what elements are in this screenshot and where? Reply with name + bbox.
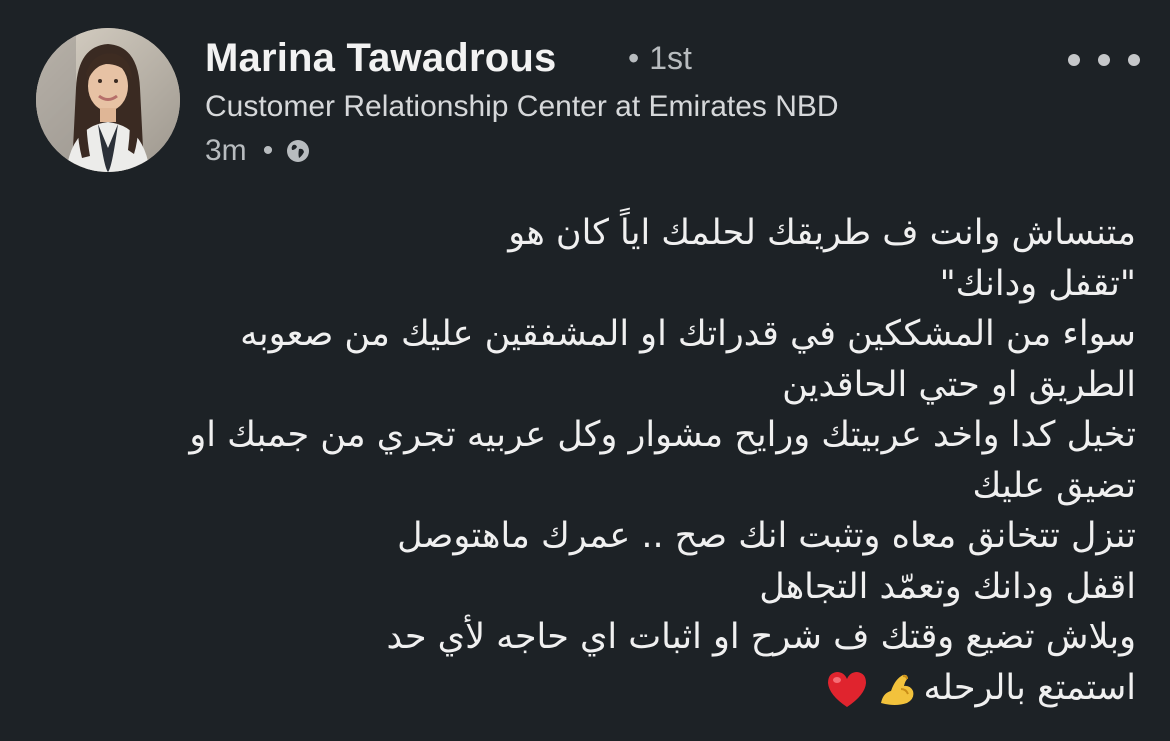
degree-label: 1st [649, 40, 692, 76]
post-line: تضيق عليك [972, 465, 1137, 506]
flexed-biceps-icon [877, 669, 917, 709]
post-line: وبلاش تضيع وقتك ف شرح او اثبات اي حاجه ل… [386, 617, 1136, 657]
post-line: سواء من المشككين في قدراتك او المشفقين ع… [240, 314, 1136, 354]
more-dot [1128, 54, 1140, 66]
more-options-button[interactable] [1068, 44, 1140, 76]
post-line: اقفل ودانك وتعمّد التجاهل [759, 566, 1136, 607]
separator-dot: • [262, 134, 274, 167]
more-dot [1098, 54, 1110, 66]
red-heart-icon [825, 669, 869, 709]
author-name[interactable]: Marina Tawadrous [205, 36, 556, 81]
separator-dot: • [628, 40, 640, 76]
connection-degree: • 1st [628, 40, 692, 77]
feed-post: Marina Tawadrous • 1st Customer Relations… [0, 0, 1170, 741]
post-time: 3m [205, 134, 247, 167]
post-line: تخيل كدا واخد عربيتك ورايح مشوار وكل عرب… [189, 415, 1136, 455]
author-headline: Customer Relationship Center at Emirates… [205, 90, 839, 123]
emoji-group [825, 669, 917, 709]
post-line: متنساش وانت ف طريقك لحلمك اياً كان هو [508, 213, 1136, 253]
post-meta: 3m • [205, 134, 311, 168]
avatar[interactable] [36, 28, 180, 172]
post-line: "تقفل ودانك" [939, 263, 1136, 304]
post-last-line: استمتع بالرحله [40, 663, 1136, 714]
post-line: الطريق او حتي الحاقدين [782, 364, 1136, 405]
globe-icon [285, 138, 311, 164]
post-line: تنزل تتخانق معاه وتثبت انك صح .. عمرك ما… [397, 516, 1136, 556]
post-text: متنساش وانت ف طريقك لحلمك اياً كان هو "ت… [40, 208, 1136, 713]
more-horizontal-icon [1068, 54, 1080, 66]
post-line: استمتع بالرحله [923, 667, 1136, 708]
